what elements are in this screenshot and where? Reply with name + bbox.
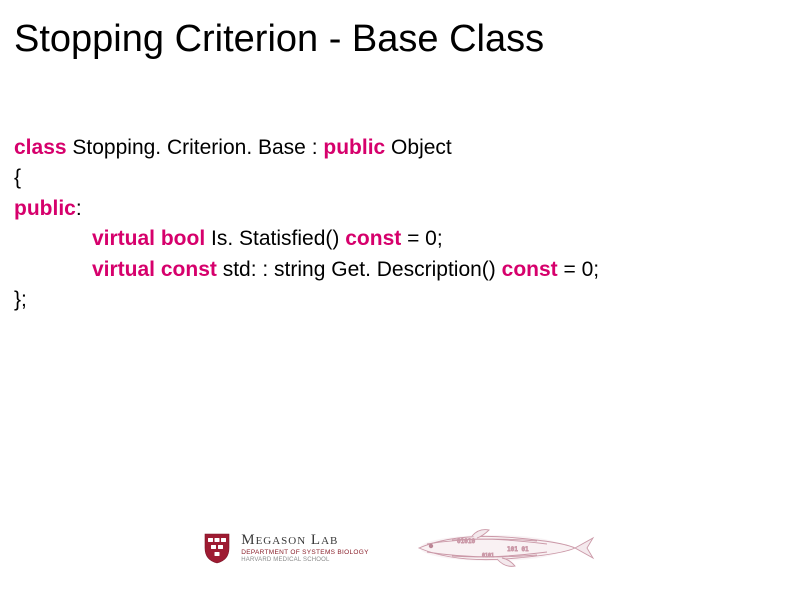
code-line-1: class Stopping. Criterion. Base : public… [14, 133, 786, 163]
code-text: Is. Statisfied() [205, 227, 345, 250]
zebrafish-illustration-icon: 01010 101 01 0101 [397, 524, 597, 572]
lab-department: DEPARTMENT OF SYSTEMS BIOLOGY [241, 550, 369, 557]
keyword-public: public [323, 136, 385, 159]
code-line-4: virtual bool Is. Statisfied() const = 0; [14, 224, 786, 254]
code-line-2: { [14, 163, 786, 193]
code-text: = 0; [558, 258, 599, 281]
code-block: class Stopping. Criterion. Base : public… [14, 133, 786, 316]
harvard-crest-icon [203, 532, 231, 564]
svg-text:101 01: 101 01 [507, 546, 529, 553]
slide: Stopping Criterion - Base Class class St… [0, 0, 800, 600]
lab-text-block: Megason Lab DEPARTMENT OF SYSTEMS BIOLOG… [241, 533, 369, 564]
keyword-public: public [14, 197, 76, 220]
keyword-virtual-const: virtual const [92, 258, 217, 281]
code-text: Object [385, 136, 452, 159]
lab-school: HARVARD MEDICAL SCHOOL [241, 557, 369, 563]
code-line-3: public: [14, 194, 786, 224]
keyword-class: class [14, 136, 67, 159]
code-text: : [76, 197, 82, 220]
keyword-virtual-bool: virtual bool [92, 227, 205, 250]
code-text: Stopping. Criterion. Base : [67, 136, 324, 159]
code-line-6: }; [14, 285, 786, 315]
keyword-const: const [502, 258, 558, 281]
code-text: = 0; [401, 227, 442, 250]
svg-text:0101: 0101 [482, 553, 494, 559]
slide-title: Stopping Criterion - Base Class [14, 18, 786, 61]
footer: Megason Lab DEPARTMENT OF SYSTEMS BIOLOG… [0, 524, 800, 572]
code-line-5: virtual const std: : string Get. Descrip… [14, 255, 786, 285]
lab-name: Megason Lab [241, 533, 369, 548]
keyword-const: const [345, 227, 401, 250]
code-text: std: : string Get. Description() [217, 258, 502, 281]
svg-text:01010: 01010 [457, 538, 475, 545]
